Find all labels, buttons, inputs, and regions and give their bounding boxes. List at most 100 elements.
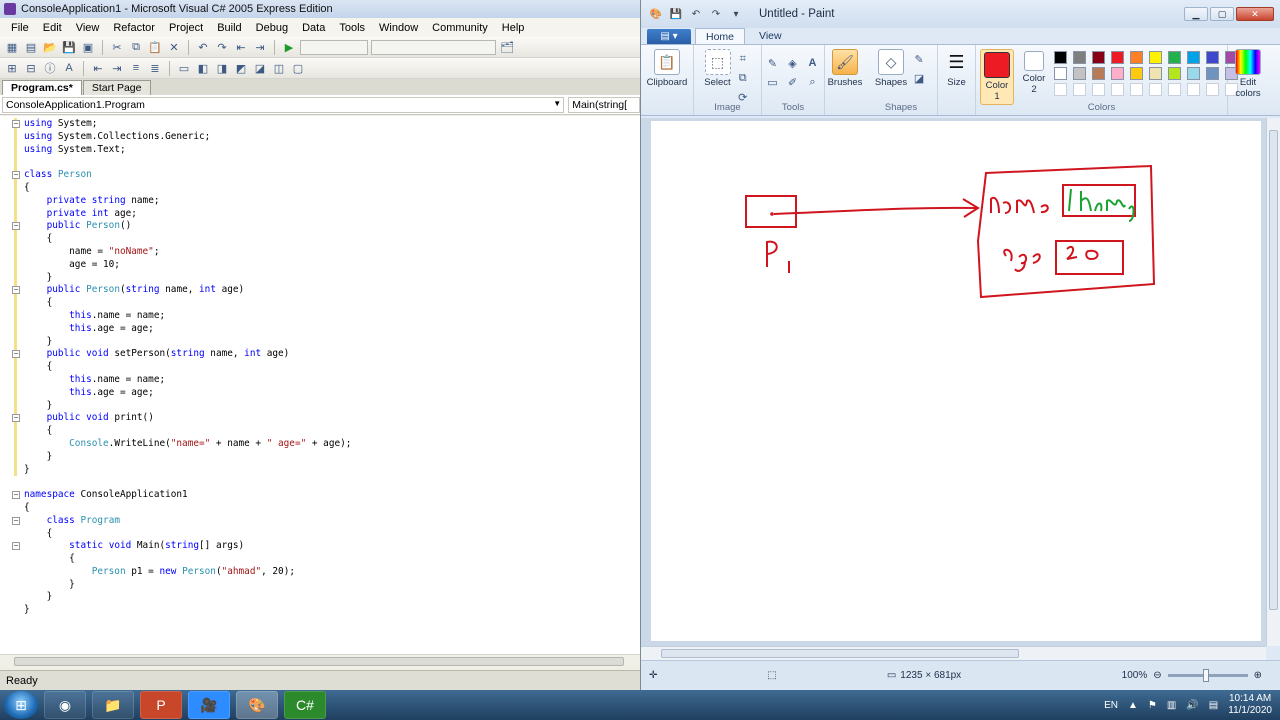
paint-menu-button[interactable]: ▤ ▾	[647, 29, 691, 44]
member-dropdown[interactable]: Main(string[	[568, 96, 640, 113]
chrome-icon[interactable]: ◉	[44, 691, 86, 719]
scrollbar-thumb[interactable]	[14, 657, 624, 666]
text-icon[interactable]: A	[805, 55, 821, 71]
outline-icon[interactable]: ✎	[911, 51, 927, 67]
next-bookmark-icon[interactable]: ◨	[214, 60, 230, 76]
brushes-button[interactable]: 🖌 Brushes	[828, 49, 862, 88]
clock[interactable]: 10:14 AM 11/1/2020	[1228, 693, 1272, 717]
fill-icon[interactable]: ◈	[785, 55, 801, 71]
scrollbar-thumb[interactable]	[661, 649, 1019, 658]
custom-color-slot[interactable]	[1092, 83, 1105, 96]
shapes-button[interactable]: ◇ Shapes	[875, 49, 907, 88]
menu-help[interactable]: Help	[495, 22, 532, 34]
decrease-indent-icon[interactable]: ⇤	[90, 60, 106, 76]
crop-icon[interactable]: ⌗	[735, 51, 751, 67]
add-item-icon[interactable]: ▤	[23, 39, 39, 55]
palette-swatch[interactable]	[1168, 67, 1181, 80]
cut-icon[interactable]: ✂	[109, 39, 125, 55]
navigate-forward-icon[interactable]: ⇥	[252, 39, 268, 55]
menu-window[interactable]: Window	[372, 22, 425, 34]
prev-bookmark-folder-icon[interactable]: ◩	[233, 60, 249, 76]
file-explorer-icon[interactable]: 📁	[92, 691, 134, 719]
collapse-icon[interactable]: −	[12, 120, 20, 128]
custom-color-slot[interactable]	[1130, 83, 1143, 96]
prev-bookmark-icon[interactable]: ◧	[195, 60, 211, 76]
uncomment-icon[interactable]: ≣	[147, 60, 163, 76]
type-dropdown[interactable]: ConsoleApplication1.Program ▼	[2, 96, 565, 113]
open-file-icon[interactable]: 📂	[42, 39, 58, 55]
find-combo[interactable]	[371, 39, 496, 55]
collapse-icon[interactable]: −	[12, 222, 20, 231]
palette-swatch[interactable]	[1054, 67, 1067, 80]
collapse-icon[interactable]: −	[12, 542, 20, 551]
collapse-icon[interactable]: −	[12, 516, 20, 525]
menu-file[interactable]: File	[4, 22, 36, 34]
palette-swatch[interactable]	[1054, 51, 1067, 64]
palette-swatch[interactable]	[1130, 51, 1143, 64]
menu-edit[interactable]: Edit	[36, 22, 69, 34]
clear-bookmarks-icon[interactable]: ▢	[290, 60, 306, 76]
save-all-icon[interactable]: ▣	[80, 39, 96, 55]
tray-expand-icon[interactable]: ▲	[1128, 700, 1138, 711]
palette-swatch[interactable]	[1092, 51, 1105, 64]
collapse-icon[interactable]: −	[12, 350, 20, 359]
editor-horizontal-scrollbar[interactable]	[0, 654, 640, 667]
parameter-info-icon[interactable]: ⊟	[23, 60, 39, 76]
size-button[interactable]: ☰ Size	[944, 49, 970, 89]
menu-project[interactable]: Project	[162, 22, 210, 34]
maximize-button[interactable]: ▢	[1210, 7, 1234, 21]
zoom-out-button[interactable]: ⊖	[1153, 670, 1161, 681]
drawing-canvas[interactable]	[651, 121, 1261, 641]
menu-debug[interactable]: Debug	[249, 22, 295, 34]
resize-icon[interactable]: ⧉	[735, 70, 751, 86]
tab-program-cs[interactable]: Program.cs*	[2, 80, 82, 95]
color-picker-icon[interactable]: ✐	[785, 74, 801, 90]
paste-icon[interactable]: 📋	[147, 39, 163, 55]
quick-access-dropdown-icon[interactable]: ▾	[729, 7, 743, 21]
redo-icon[interactable]: ↷	[214, 39, 230, 55]
edit-colors-button[interactable]: Edit colors	[1231, 49, 1265, 99]
collapse-icon[interactable]: −	[12, 286, 20, 295]
solution-config-combo[interactable]	[300, 39, 368, 55]
palette-swatch[interactable]	[1149, 67, 1162, 80]
next-bookmark-folder-icon[interactable]: ◪	[252, 60, 268, 76]
custom-color-slot[interactable]	[1187, 83, 1200, 96]
menu-tools[interactable]: Tools	[332, 22, 372, 34]
start-button[interactable]: ⊞	[4, 691, 38, 719]
palette-swatch[interactable]	[1111, 51, 1124, 64]
comment-out-icon[interactable]: ≡	[128, 60, 144, 76]
custom-color-slot[interactable]	[1168, 83, 1181, 96]
menu-community[interactable]: Community	[425, 22, 495, 34]
new-project-icon[interactable]: ▦	[4, 39, 20, 55]
bookmark-icon[interactable]: ▭	[176, 60, 192, 76]
complete-word-icon[interactable]: A	[61, 60, 77, 76]
custom-color-slot[interactable]	[1073, 83, 1086, 96]
zoom-slider[interactable]	[1167, 669, 1248, 682]
tab-view[interactable]: View	[749, 28, 792, 44]
select-button[interactable]: ⬚ Select	[704, 49, 731, 88]
language-indicator[interactable]: EN	[1104, 700, 1118, 711]
menu-view[interactable]: View	[69, 22, 107, 34]
magnifier-icon[interactable]: ⌕	[805, 74, 821, 90]
volume-icon[interactable]: 🔊	[1186, 700, 1198, 711]
palette-swatch[interactable]	[1073, 51, 1086, 64]
network-icon[interactable]: ▥	[1167, 700, 1176, 711]
canvas-horizontal-scrollbar[interactable]	[641, 646, 1266, 660]
color1-button[interactable]: Color 1	[980, 49, 1014, 105]
palette-swatch[interactable]	[1187, 67, 1200, 80]
clipboard-button[interactable]: 📋 Clipboard	[647, 49, 687, 88]
zoom-slider-knob[interactable]	[1202, 669, 1209, 682]
palette-swatch[interactable]	[1073, 67, 1086, 80]
paint-taskbar-icon[interactable]: 🎨	[236, 691, 278, 719]
save-icon[interactable]: 💾	[61, 39, 77, 55]
palette-swatch[interactable]	[1206, 51, 1219, 64]
quick-redo-icon[interactable]: ↷	[709, 7, 723, 21]
quick-save-icon[interactable]: 💾	[669, 7, 683, 21]
eraser-icon[interactable]: ▭	[765, 74, 781, 90]
canvas-vertical-scrollbar[interactable]	[1266, 118, 1280, 646]
visual-csharp-taskbar-icon[interactable]: C#	[284, 691, 326, 719]
minimize-button[interactable]: ▁	[1184, 7, 1208, 21]
undo-icon[interactable]: ↶	[195, 39, 211, 55]
palette-swatch[interactable]	[1206, 67, 1219, 80]
collapse-icon[interactable]: −	[12, 414, 20, 423]
